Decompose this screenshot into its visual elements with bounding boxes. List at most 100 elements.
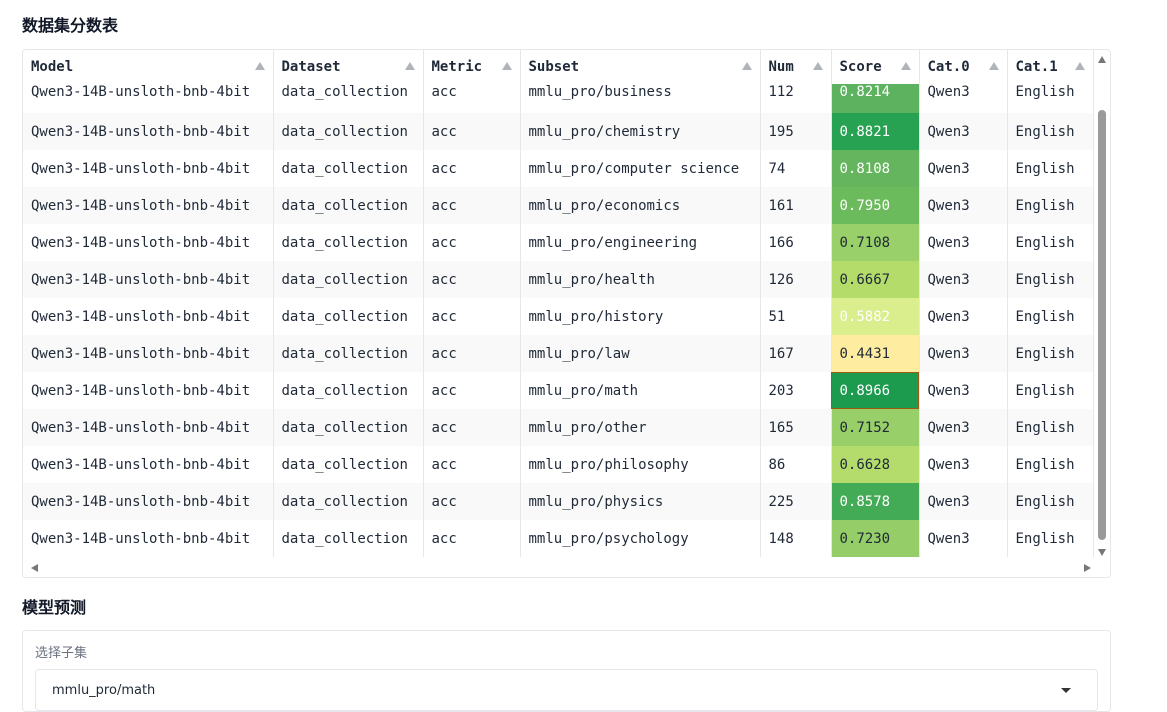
cat0-cell[interactable]: Qwen3 (919, 483, 1008, 520)
score-cell[interactable]: 0.8966 (831, 372, 920, 409)
score-cell[interactable]: 0.4431 (831, 335, 920, 372)
dataset-cell[interactable]: data_collection (273, 409, 424, 446)
cat0-cell[interactable]: Qwen3 (919, 335, 1008, 372)
subset-cell[interactable]: mmlu_pro/engineering (520, 224, 761, 261)
metric-cell[interactable]: acc (423, 224, 521, 261)
metric-cell[interactable]: acc (423, 372, 521, 409)
sort-up-icon[interactable] (741, 62, 752, 70)
subset-cell[interactable]: mmlu_pro/other (520, 409, 761, 446)
cat0-cell[interactable]: Qwen3 (919, 84, 1008, 113)
model-cell[interactable]: Qwen3-14B-unsloth-bnb-4bit (23, 372, 274, 409)
dataset-cell[interactable]: data_collection (273, 84, 424, 113)
metric-cell[interactable]: acc (423, 113, 521, 150)
model-cell[interactable]: Qwen3-14B-unsloth-bnb-4bit (23, 84, 274, 113)
dataset-cell[interactable]: data_collection (273, 113, 424, 150)
cat1-cell[interactable]: English (1007, 335, 1094, 372)
metric-cell[interactable]: acc (423, 446, 521, 483)
score-cell[interactable]: 0.7950 (831, 187, 920, 224)
table-row[interactable]: Qwen3-14B-unsloth-bnb-4bit data_collectio… (23, 187, 1094, 224)
num-cell[interactable]: 74 (760, 150, 832, 187)
table-row[interactable]: Qwen3-14B-unsloth-bnb-4bit data_collectio… (23, 150, 1094, 187)
score-cell[interactable]: 0.5882 (831, 298, 920, 335)
cat0-cell[interactable]: Qwen3 (919, 372, 1008, 409)
score-cell[interactable]: 0.7108 (831, 224, 920, 261)
cat0-cell[interactable]: Qwen3 (919, 261, 1008, 298)
model-cell[interactable]: Qwen3-14B-unsloth-bnb-4bit (23, 224, 274, 261)
dataset-cell[interactable]: data_collection (273, 372, 424, 409)
cat1-cell[interactable]: English (1007, 520, 1094, 557)
dataset-cell[interactable]: data_collection (273, 187, 424, 224)
table-row[interactable]: Qwen3-14B-unsloth-bnb-4bit data_collectio… (23, 298, 1094, 335)
column-header-score[interactable]: Score (831, 50, 920, 84)
table-row[interactable]: Qwen3-14B-unsloth-bnb-4bit data_collectio… (23, 84, 1094, 113)
sort-up-icon[interactable] (1074, 62, 1085, 70)
cat1-cell[interactable]: English (1007, 187, 1094, 224)
num-cell[interactable]: 167 (760, 335, 832, 372)
cat1-cell[interactable]: English (1007, 298, 1094, 335)
table-row[interactable]: Qwen3-14B-unsloth-bnb-4bit data_collectio… (23, 520, 1094, 557)
cat0-cell[interactable]: Qwen3 (919, 150, 1008, 187)
metric-cell[interactable]: acc (423, 409, 521, 446)
dataset-cell[interactable]: data_collection (273, 261, 424, 298)
sort-up-icon[interactable] (988, 62, 999, 70)
subset-cell[interactable]: mmlu_pro/computer science (520, 150, 761, 187)
subset-cell[interactable]: mmlu_pro/chemistry (520, 113, 761, 150)
sort-up-icon[interactable] (501, 62, 512, 70)
model-cell[interactable]: Qwen3-14B-unsloth-bnb-4bit (23, 150, 274, 187)
score-cell[interactable]: 0.7152 (831, 409, 920, 446)
sort-up-icon[interactable] (812, 62, 823, 70)
dataset-cell[interactable]: data_collection (273, 446, 424, 483)
column-header-cat0[interactable]: Cat.0 (919, 50, 1008, 84)
dataset-cell[interactable]: data_collection (273, 224, 424, 261)
num-cell[interactable]: 126 (760, 261, 832, 298)
score-cell[interactable]: 0.8821 (831, 113, 920, 150)
num-cell[interactable]: 161 (760, 187, 832, 224)
scroll-down-icon[interactable] (1098, 549, 1106, 556)
cat0-cell[interactable]: Qwen3 (919, 298, 1008, 335)
num-cell[interactable]: 225 (760, 483, 832, 520)
subset-cell[interactable]: mmlu_pro/law (520, 335, 761, 372)
score-table-container[interactable]: Model Dataset Metric Subset Num Score Ca… (22, 49, 1111, 578)
num-cell[interactable]: 51 (760, 298, 832, 335)
subset-cell[interactable]: mmlu_pro/math (520, 372, 761, 409)
dataset-cell[interactable]: data_collection (273, 520, 424, 557)
cat1-cell[interactable]: English (1007, 224, 1094, 261)
column-header-dataset[interactable]: Dataset (273, 50, 424, 84)
subset-cell[interactable]: mmlu_pro/philosophy (520, 446, 761, 483)
metric-cell[interactable]: acc (423, 298, 521, 335)
sort-up-icon[interactable] (900, 62, 911, 70)
metric-cell[interactable]: acc (423, 335, 521, 372)
model-cell[interactable]: Qwen3-14B-unsloth-bnb-4bit (23, 409, 274, 446)
num-cell[interactable]: 195 (760, 113, 832, 150)
horizontal-scrollbar[interactable] (31, 563, 1091, 573)
cat1-cell[interactable]: English (1007, 84, 1094, 113)
scroll-left-icon[interactable] (31, 564, 38, 572)
score-cell[interactable]: 0.8214 (831, 84, 920, 113)
scroll-up-icon[interactable] (1098, 56, 1106, 63)
metric-cell[interactable]: acc (423, 483, 521, 520)
model-cell[interactable]: Qwen3-14B-unsloth-bnb-4bit (23, 261, 274, 298)
score-cell[interactable]: 0.8108 (831, 150, 920, 187)
column-header-num[interactable]: Num (760, 50, 832, 84)
table-row[interactable]: Qwen3-14B-unsloth-bnb-4bit data_collectio… (23, 113, 1094, 150)
cat1-cell[interactable]: English (1007, 150, 1094, 187)
subset-cell[interactable]: mmlu_pro/health (520, 261, 761, 298)
vertical-scrollbar[interactable] (1097, 56, 1107, 556)
sort-up-icon[interactable] (404, 62, 415, 70)
column-header-cat1[interactable]: Cat.1 (1007, 50, 1094, 84)
dataset-cell[interactable]: data_collection (273, 483, 424, 520)
table-row[interactable]: Qwen3-14B-unsloth-bnb-4bit data_collectio… (23, 372, 1094, 409)
score-cell[interactable]: 0.6667 (831, 261, 920, 298)
cat0-cell[interactable]: Qwen3 (919, 446, 1008, 483)
table-row[interactable]: Qwen3-14B-unsloth-bnb-4bit data_collectio… (23, 224, 1094, 261)
subset-cell[interactable]: mmlu_pro/economics (520, 187, 761, 224)
metric-cell[interactable]: acc (423, 261, 521, 298)
score-cell[interactable]: 0.6628 (831, 446, 920, 483)
scrollbar-thumb[interactable] (1098, 110, 1106, 540)
scroll-right-icon[interactable] (1084, 564, 1091, 572)
table-row[interactable]: Qwen3-14B-unsloth-bnb-4bit data_collectio… (23, 335, 1094, 372)
subset-cell[interactable]: mmlu_pro/business (520, 84, 761, 113)
metric-cell[interactable]: acc (423, 187, 521, 224)
subset-cell[interactable]: mmlu_pro/physics (520, 483, 761, 520)
subset-cell[interactable]: mmlu_pro/history (520, 298, 761, 335)
